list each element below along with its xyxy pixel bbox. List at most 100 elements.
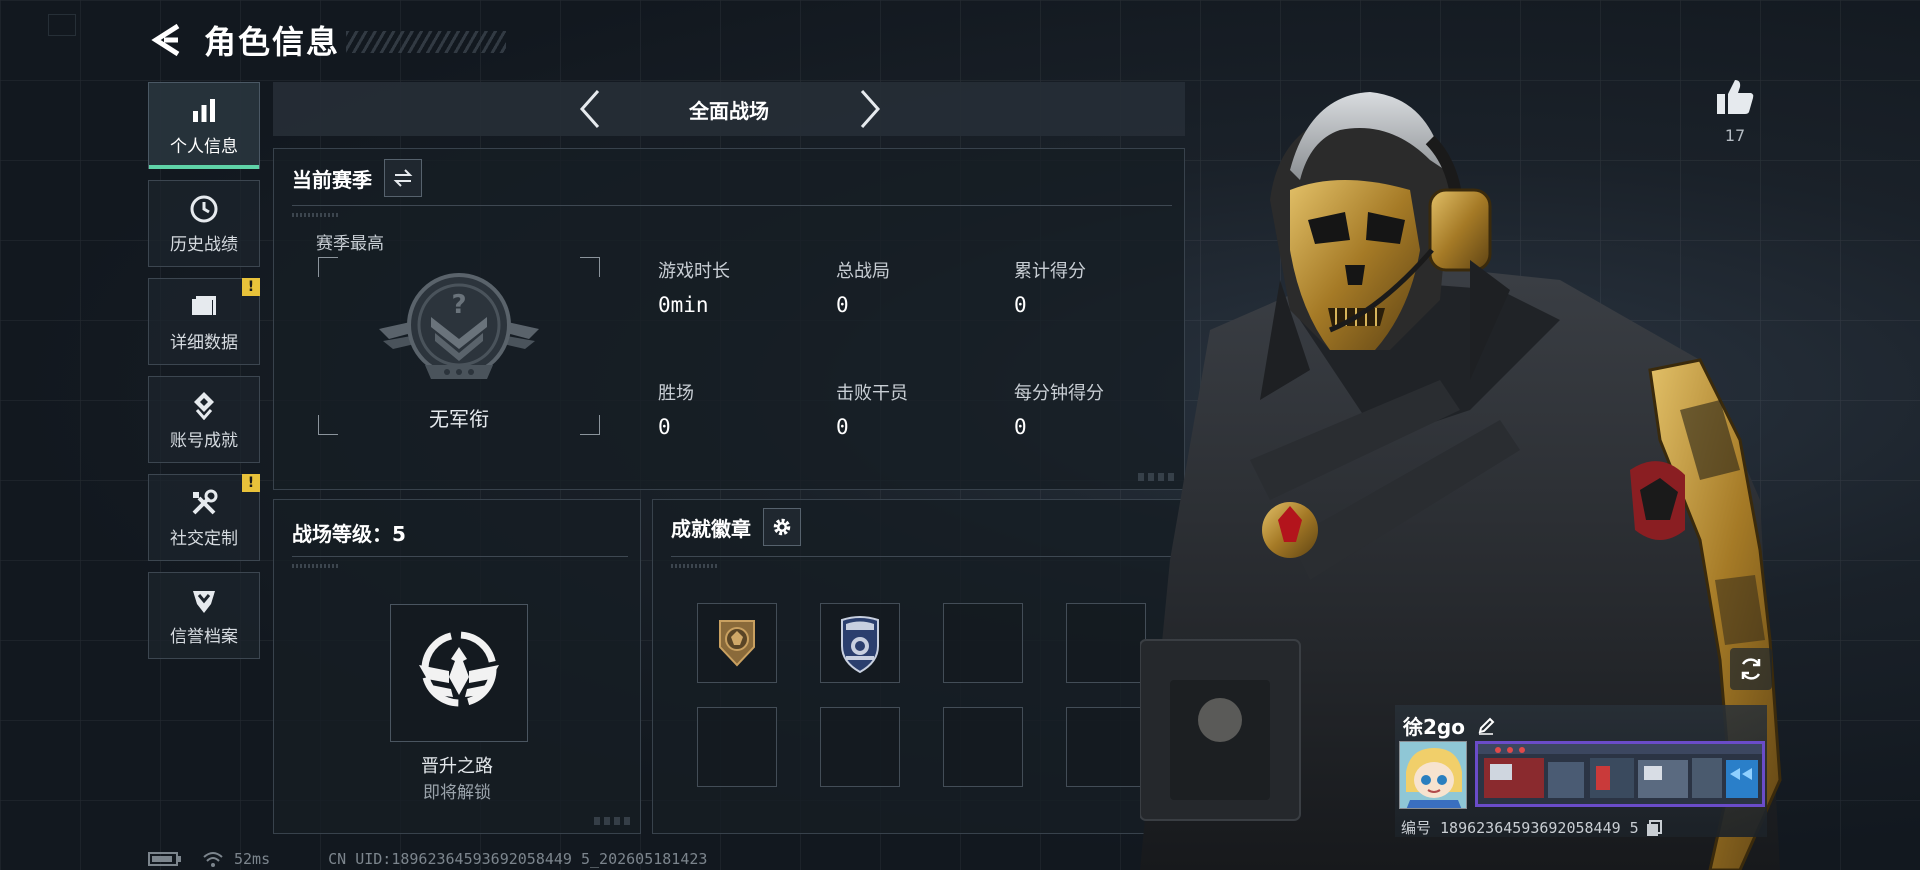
svg-text:?: ? [451,290,466,320]
season-best-label: 赛季最高 [316,234,384,254]
battery-icon [148,852,181,866]
swap-icon [393,169,413,187]
medal-icon [187,388,221,422]
bar-chart-icon [187,94,221,128]
badge-slot-empty[interactable] [943,603,1023,683]
badge-slot[interactable] [697,603,777,683]
stat-value: 0 [658,415,671,439]
bronze-lion-badge-icon [719,620,755,667]
badge-settings-button[interactable] [763,508,801,546]
edit-name-button[interactable] [1475,715,1497,737]
decoration [292,213,340,217]
bracket-corner [580,257,600,277]
sidebar-item-achievements[interactable]: 账号成就 [148,376,260,463]
panel-header: 当前赛季 [292,159,422,197]
avatar[interactable] [1399,741,1467,809]
achievement-badges-panel: 成就徽章 [652,499,1185,834]
blue-police-badge-icon [841,616,879,674]
battlefield-level-title: 战场等级：5 [292,522,406,546]
stat-label: 游戏时长 [658,261,730,282]
copy-icon[interactable] [1645,819,1663,837]
alert-badge: ! [242,278,260,296]
rank-display: ? 无军衔 [318,257,600,435]
shield-icon [187,584,221,618]
sidebar-item-detailed-data[interactable]: 详细数据 ! [148,278,260,365]
rotate-model-button[interactable] [1730,648,1772,690]
stat-total-score: 累计得分 0 [1014,257,1086,317]
stat-value: 0 [836,415,849,439]
badge-slot-empty[interactable] [1066,603,1146,683]
rank-name: 无军衔 [429,407,489,431]
stat-label: 每分钟得分 [1014,383,1104,404]
panel-header: 成就徽章 [671,508,801,546]
sidebar-item-label: 详细数据 [170,333,238,353]
stat-label: 击败干员 [836,383,908,404]
panel-title: 当前赛季 [292,167,372,192]
pencil-icon [1478,717,1495,735]
rotate-icon [1741,658,1761,680]
stat-score-per-minute: 每分钟得分 0 [1014,379,1104,439]
divider [292,205,1172,206]
divider [292,556,628,557]
mode-title: 全面战场 [689,98,769,123]
alert-badge: ! [242,474,260,492]
badge-slot-empty[interactable] [1066,707,1146,787]
like-button[interactable] [1710,78,1760,120]
tools-icon [187,486,221,520]
sidebar-item-match-history[interactable]: 历史战绩 [148,180,260,267]
decoration [671,564,719,568]
sidebar-item-personal-info[interactable]: 个人信息 [148,82,260,169]
sidebar-item-label: 历史战绩 [170,235,238,255]
rank-emblem-icon: ? [379,273,539,379]
battlefield-level-panel: 战场等级：5 晋升之路 即将解锁 [273,499,641,834]
like-count: 17 [1724,126,1746,145]
bracket-corner [318,257,338,277]
decoration [594,817,632,825]
stat-label: 累计得分 [1014,261,1086,282]
player-name-row: 徐2go [1403,711,1497,740]
season-switch-button[interactable] [384,159,422,197]
promotion-name: 晋升之路 [421,756,493,777]
badge-slot-empty[interactable] [697,707,777,787]
sidebar-item-label: 账号成就 [170,431,238,451]
mode-next-button[interactable] [843,82,897,136]
chevron-right-icon [860,90,881,128]
current-season-panel: 当前赛季 赛季最高 ? 无军衔 游戏时长 0min 总战局 0 累计得分 0 胜… [273,148,1185,490]
promotion-emblem[interactable] [390,604,528,742]
page-header: 角色信息 [148,18,507,62]
stat-kills: 击败干员 0 [836,379,908,439]
back-arrow-icon [151,23,180,57]
player-id: 编号 18962364593692058449 5 [1401,819,1639,837]
stat-total-matches: 总战局 0 [836,257,890,317]
page-title: 角色信息 [204,23,341,61]
clock-icon [187,192,221,226]
decoration [292,564,340,568]
sidebar-item-label: 个人信息 [170,137,238,157]
badge-slot[interactable] [820,603,900,683]
uid-text: CN UID:18962364593692058449 5_2026051814… [328,850,708,868]
back-button[interactable] [148,20,184,60]
sidebar-item-social-custom[interactable]: 社交定制 ! [148,474,260,561]
badge-slot-empty[interactable] [943,707,1023,787]
stat-value: 0 [1014,293,1027,317]
status-bar: 52ms CN UID:18962364593692058449 5_20260… [148,850,707,868]
mode-selector: 全面战场 [273,82,1185,136]
sidebar-item-label: 社交定制 [170,529,238,549]
mode-prev-button[interactable] [563,82,617,136]
sidebar-item-credit-profile[interactable]: 信誉档案 [148,572,260,659]
stat-label: 总战局 [836,261,890,282]
title-stripe-decoration [346,31,507,53]
eagle-emblem-icon [419,631,499,707]
badge-slot-empty[interactable] [820,707,900,787]
folder-icon [187,290,221,324]
promotion-status: 即将解锁 [423,783,491,803]
panel-title: 成就徽章 [671,516,751,541]
player-card: 徐2go 编号 18962364593692058449 5 [1395,705,1767,837]
wifi-icon [203,852,223,867]
stat-value: 0min [658,293,709,317]
sidebar: 个人信息 历史战绩 详细数据 ! 账号成就 社交定制 ! 信誉档案 [148,82,260,670]
stat-value: 0 [836,293,849,317]
avatar-image [1400,742,1466,808]
player-id-row: 编号 18962364593692058449 5 [1401,817,1663,838]
player-banner[interactable] [1475,741,1765,807]
